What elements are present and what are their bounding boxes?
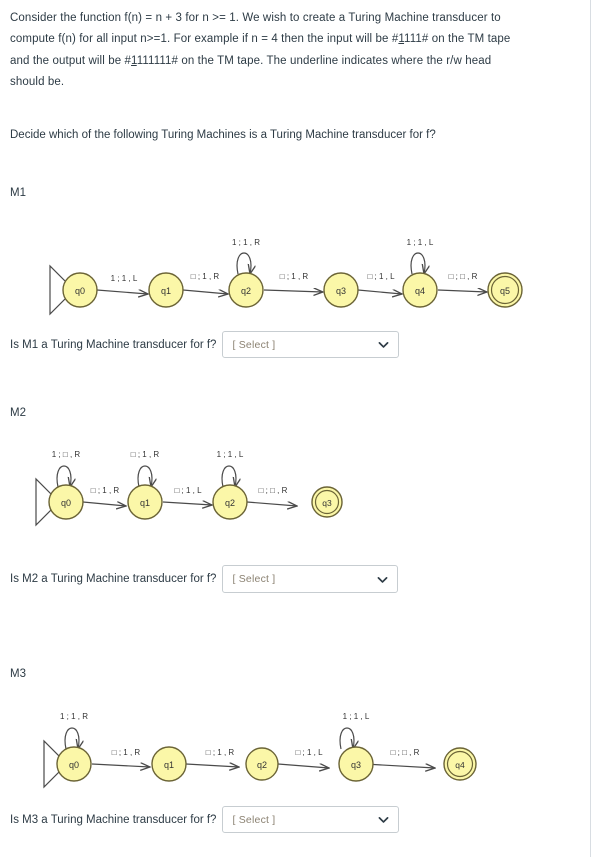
selfloop-label-q4: 1 ; 1 , L xyxy=(407,238,434,247)
edge-label-q2-q3: □ ; □ , R xyxy=(259,486,288,495)
state-label-q3: q3 xyxy=(322,498,332,508)
state-label-q2: q2 xyxy=(257,760,267,770)
intro-line-3b: 111111# on the TM tape. The underline in… xyxy=(136,54,492,67)
select-answer-m3[interactable]: [ Select ] xyxy=(222,806,400,833)
chevron-down-icon xyxy=(379,342,389,348)
state-label-q3: q3 xyxy=(351,760,361,770)
edge-label-q2-q3: □ ; 1 , R xyxy=(280,272,309,281)
edge-label-q2-q3: □ ; 1 , L xyxy=(295,748,323,757)
question-text-m3: Is M3 a Turing Machine transducer for f? xyxy=(10,813,217,826)
edge-label-q3-q4: □ ; 1 , L xyxy=(367,272,395,281)
edge-label-q1-q2: □ ; 1 , R xyxy=(206,748,235,757)
state-label-q4: q4 xyxy=(455,760,465,770)
edge-label-q3-q4: □ ; □ , R xyxy=(391,748,420,757)
state-label-q1: q1 xyxy=(140,498,150,508)
state-label-q0: q0 xyxy=(61,498,71,508)
selfloop-label-q0: 1 ; □ , R xyxy=(52,450,81,459)
question-text-m2: Is M2 a Turing Machine transducer for f? xyxy=(10,573,217,585)
state-label-q2: q2 xyxy=(241,286,251,296)
edge-q3-q4 xyxy=(357,290,402,294)
intro-line-2b: 111# on the TM tape xyxy=(404,33,511,46)
intro-line-1: Consider the function f(n) = n + 3 for n… xyxy=(10,12,501,24)
edge-q1-q2 xyxy=(162,502,212,505)
selfloop-q0 xyxy=(64,727,79,749)
select-answer-m1[interactable]: [ Select ] xyxy=(222,331,400,358)
decide-prompt: Decide which of the following Turing Mac… xyxy=(10,129,436,141)
chevron-down-icon xyxy=(378,576,388,583)
chevron-down-icon xyxy=(379,817,389,823)
machine-label-m2: M2 xyxy=(10,407,26,419)
edge-q2-q3 xyxy=(277,763,329,768)
selfloop-label-q0: 1 ; 1 , R xyxy=(60,712,88,721)
question-text-m1: Is M1 a Turing Machine transducer for f? xyxy=(10,338,217,351)
state-label-q0: q0 xyxy=(75,286,85,296)
question-row-m1: Is M1 a Turing Machine transducer for f?… xyxy=(10,331,400,358)
selfloop-label-q2: 1 ; 1 , L xyxy=(217,450,244,459)
selfloop-q1 xyxy=(137,465,152,487)
fsm-diagram-m2: q0 q1 q2 q3 □ ; 1 , R □ ; 1 , L □ ; □ , … xyxy=(0,443,400,538)
edge-q0-q1 xyxy=(82,502,126,506)
edge-q1-q2 xyxy=(182,290,228,294)
edge-q2-q3 xyxy=(263,290,323,292)
selfloop-label-q3: 1 ; 1 , L xyxy=(343,712,370,721)
fsm-diagram-m1: q0 q1 q2 q3 q4 q5 1 ; 1 , L □ ; 1 , R □ … xyxy=(0,228,560,323)
selfloop-q3 xyxy=(339,727,354,749)
edge-label-q1-q2: □ ; 1 , L xyxy=(174,486,202,495)
select-answer-m2[interactable]: [ Select ] xyxy=(222,565,399,593)
state-label-q4: q4 xyxy=(415,286,425,296)
fsm-diagram-m3: q0 q1 q2 q3 q4 □ ; 1 , R □ ; 1 , R □ ; 1… xyxy=(0,703,520,793)
quiz-page: Consider the function f(n) = n + 3 for n… xyxy=(0,0,591,857)
select-value-m3: [ Select ] xyxy=(232,813,276,826)
selfloop-q2 xyxy=(236,252,251,274)
state-label-q1: q1 xyxy=(164,760,174,770)
edge-q0-q1 xyxy=(91,764,150,767)
edge-label-q1-q2: □ ; 1 , R xyxy=(191,272,220,281)
intro-line-3a: and the output will be # xyxy=(10,54,132,67)
edge-label-q4-q5: □ ; □ , R xyxy=(449,272,478,281)
selfloop-q4 xyxy=(410,252,425,274)
selfloop-label-q1: □ ; 1 , R xyxy=(131,450,160,459)
intro-line-4: should be. xyxy=(10,75,65,88)
edge-q0-q1 xyxy=(96,289,148,294)
edge-label-q0-q1: 1 ; 1 , L xyxy=(111,274,138,283)
edge-label-q0-q1: □ ; 1 , R xyxy=(112,748,141,757)
machine-label-m3: M3 xyxy=(10,668,26,680)
question-row-m2: Is M2 a Turing Machine transducer for f?… xyxy=(10,565,399,593)
selfloop-label-q2: 1 ; 1 , R xyxy=(232,238,260,247)
selfloop-q0 xyxy=(56,465,71,487)
edge-q1-q2 xyxy=(185,764,239,767)
selfloop-q2 xyxy=(221,465,236,487)
select-value-m2: [ Select ] xyxy=(232,573,276,585)
state-label-q1: q1 xyxy=(161,286,171,296)
machine-label-m1: M1 xyxy=(10,187,26,199)
problem-statement: Consider the function f(n) = n + 3 for n… xyxy=(10,8,558,93)
edge-label-q0-q1: □ ; 1 , R xyxy=(91,486,120,495)
state-label-q2: q2 xyxy=(225,498,235,508)
edge-q3-q4 xyxy=(364,763,435,768)
state-label-q0: q0 xyxy=(69,760,79,770)
edge-q4-q5 xyxy=(437,290,487,292)
intro-line-2a: compute f(n) for all input n>=1. For exa… xyxy=(10,33,399,46)
select-value-m1: [ Select ] xyxy=(232,338,276,351)
state-label-q3: q3 xyxy=(336,286,346,296)
state-label-q5: q5 xyxy=(500,286,510,296)
question-row-m3: Is M3 a Turing Machine transducer for f?… xyxy=(10,806,400,833)
edge-q2-q3 xyxy=(246,501,297,506)
